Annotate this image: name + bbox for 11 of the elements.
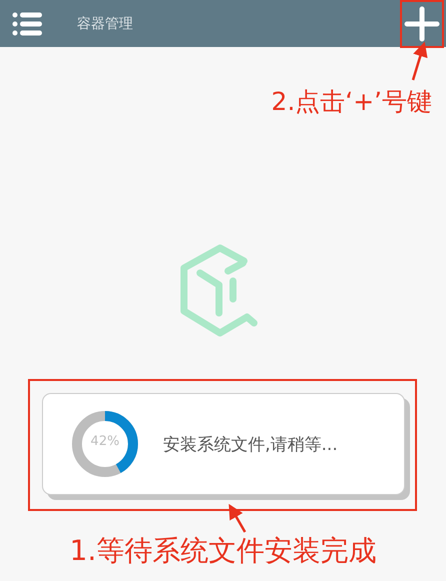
add-icon[interactable] [404,6,440,42]
progress-reading: 42% [90,434,120,449]
annotation-frame [400,0,444,48]
progress-ring [69,408,141,480]
menu-icon[interactable] [12,12,42,36]
screen-title: 容器管理 [77,14,133,32]
annotation-text: 1.等待系统文件安装完成 [70,534,376,568]
annotation-text: 2.点击‘+’号键 [271,86,432,118]
annotation-arrow [412,42,428,80]
cube-logo-icon [180,243,260,339]
status-message: 安装系统文件,请稍等... [163,434,338,456]
